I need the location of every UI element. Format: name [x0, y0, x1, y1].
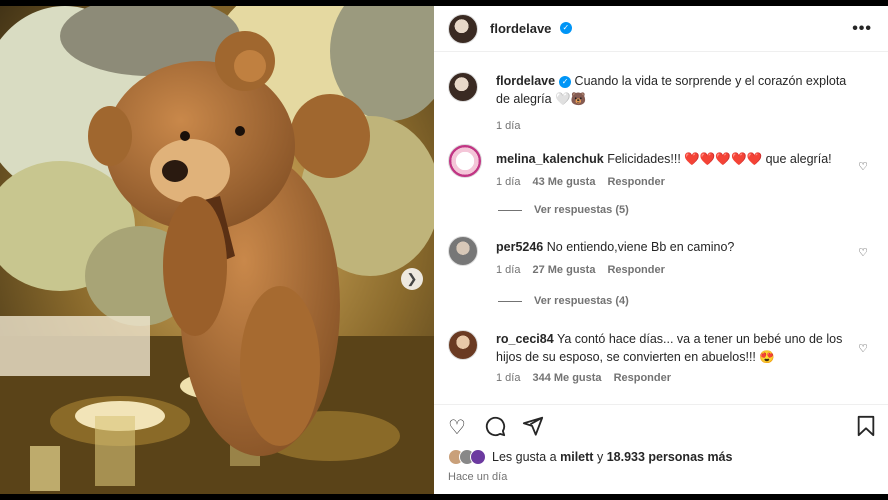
- chevron-right-icon: ❯: [406, 271, 418, 286]
- action-bar: ♡ Les gusta a milett y 18.933 personas m…: [434, 404, 888, 494]
- more-options-icon[interactable]: •••: [852, 20, 872, 38]
- comment-likes[interactable]: 27 Me gusta: [532, 264, 595, 276]
- comment-text: ro_ceci84 Ya contó hace días... va a ten…: [496, 330, 844, 366]
- comment-body: No entiendo,viene Bb en camino?: [546, 240, 735, 254]
- view-replies-label: Ver respuestas (4): [534, 295, 629, 307]
- comment-item: per5246 No entiendo,viene Bb en camino? …: [448, 236, 878, 276]
- view-replies-button[interactable]: Ver respuestas (4): [498, 295, 629, 307]
- commenter-avatar[interactable]: [448, 236, 478, 266]
- post-header: flordelave ✓ •••: [434, 6, 888, 52]
- post-time: Hace un día: [448, 471, 508, 483]
- replies-divider: [498, 300, 522, 302]
- caption-username[interactable]: flordelave: [496, 74, 555, 88]
- author-username[interactable]: flordelave: [490, 21, 551, 36]
- verified-badge-icon: ✓: [559, 22, 572, 35]
- share-send-icon[interactable]: [522, 415, 544, 443]
- save-bookmark-icon[interactable]: [856, 415, 876, 443]
- comment-meta: 1 día 344 Me gusta Responder: [496, 372, 844, 384]
- like-heart-icon[interactable]: ♡: [448, 415, 466, 440]
- comment-time: 1 día: [496, 176, 521, 188]
- view-replies-label: Ver respuestas (5): [534, 204, 629, 216]
- verified-badge-icon: ✓: [559, 75, 572, 88]
- comment-username[interactable]: melina_kalenchuk: [496, 152, 604, 166]
- commenter-avatar[interactable]: [448, 144, 482, 178]
- caption-text: flordelave ✓ Cuando la vida te sorprende …: [496, 72, 856, 108]
- comment-time: 1 día: [496, 372, 521, 384]
- comment-time: 1 día: [496, 264, 521, 276]
- comment-item: ro_ceci84 Ya contó hace días... va a ten…: [448, 330, 878, 384]
- post-photo: ❯: [0, 6, 434, 494]
- comment-body: Felicidades!!! ❤️❤️❤️❤️❤️ que alegría!: [607, 152, 832, 166]
- comment-username[interactable]: per5246: [496, 240, 543, 254]
- comment-text: per5246 No entiendo,viene Bb en camino?: [496, 238, 836, 256]
- post-details-panel: flordelave ✓ ••• flordelave ✓ Cuando la v…: [434, 6, 888, 494]
- comment-item: melina_kalenchuk Felicidades!!! ❤️❤️❤️❤️…: [448, 144, 878, 188]
- reply-button[interactable]: Responder: [607, 264, 664, 276]
- replies-divider: [498, 209, 522, 211]
- like-comment-heart-icon[interactable]: ♡: [858, 160, 868, 173]
- likes-summary: Les gusta a milett y 18.933 personas más: [448, 449, 732, 465]
- likes-prefix: Les gusta a: [492, 450, 557, 464]
- comment-bubble-icon[interactable]: [484, 415, 506, 443]
- reply-button[interactable]: Responder: [607, 176, 664, 188]
- instagram-post-frame: ❯ flordelave ✓ ••• flordelave ✓ Cuando la…: [0, 0, 888, 500]
- teddy-bear-photo: [0, 6, 434, 494]
- caption-meta: 1 día: [496, 120, 856, 132]
- likes-conj: y: [596, 450, 604, 464]
- comment-username[interactable]: ro_ceci84: [496, 332, 554, 346]
- commenter-avatar[interactable]: [448, 330, 478, 360]
- comment-likes[interactable]: 43 Me gusta: [532, 176, 595, 188]
- comment-text: melina_kalenchuk Felicidades!!! ❤️❤️❤️❤️…: [496, 150, 836, 168]
- like-comment-heart-icon[interactable]: ♡: [858, 246, 868, 259]
- author-name-block: flordelave ✓: [490, 20, 572, 38]
- caption-time: 1 día: [496, 120, 521, 132]
- author-avatar[interactable]: [448, 13, 478, 44]
- comment-meta: 1 día 43 Me gusta Responder: [496, 176, 836, 188]
- comment-meta: 1 día 27 Me gusta Responder: [496, 264, 836, 276]
- caption-block: flordelave ✓ Cuando la vida te sorprende …: [448, 72, 878, 132]
- reply-button[interactable]: Responder: [614, 372, 671, 384]
- view-replies-button[interactable]: Ver respuestas (5): [498, 204, 629, 216]
- like-comment-heart-icon[interactable]: ♡: [858, 342, 868, 355]
- liker-avatar: [470, 449, 486, 465]
- next-photo-button[interactable]: ❯: [401, 268, 423, 290]
- likes-user[interactable]: milett: [560, 450, 593, 464]
- caption-avatar[interactable]: [448, 72, 478, 102]
- comment-likes[interactable]: 344 Me gusta: [532, 372, 601, 384]
- likes-count[interactable]: 18.933 personas más: [607, 450, 733, 464]
